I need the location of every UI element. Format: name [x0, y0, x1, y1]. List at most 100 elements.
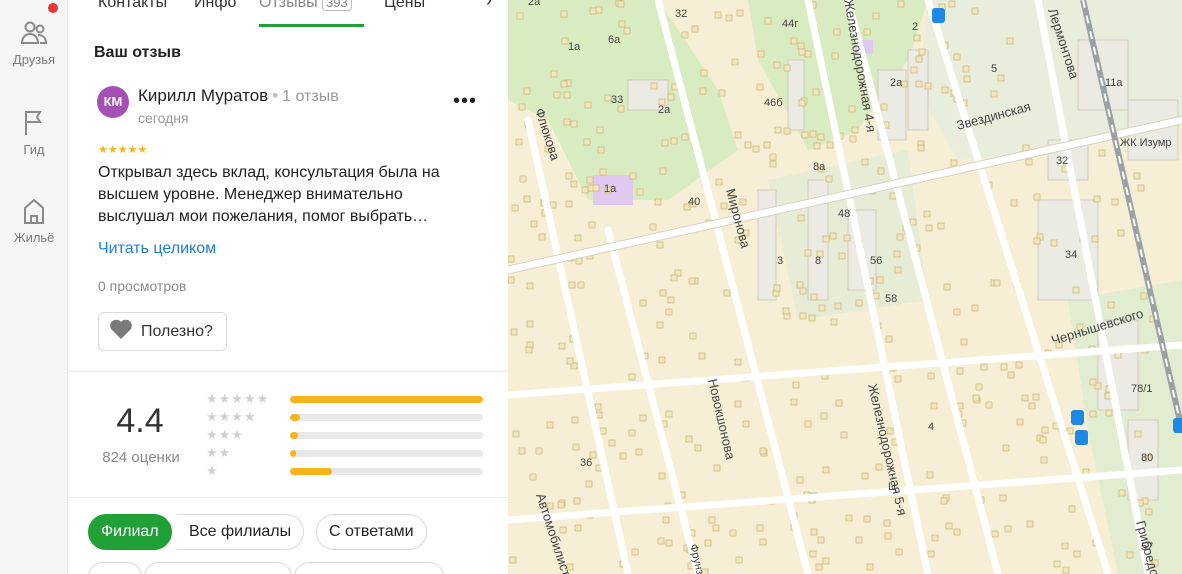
map-house — [1117, 229, 1125, 237]
map-house — [670, 137, 678, 145]
map-house — [798, 99, 806, 107]
sort-chip[interactable] — [144, 562, 292, 574]
map-house — [810, 528, 818, 536]
map-house — [883, 519, 891, 527]
map-house — [897, 0, 905, 8]
tab-prices[interactable]: Цены — [384, 0, 425, 12]
rail-item-housing[interactable]: Жильё — [0, 196, 68, 245]
chevron-right-icon[interactable]: › — [486, 0, 492, 11]
map-house — [937, 222, 945, 230]
map-house — [658, 472, 666, 480]
histogram-bar-fill — [290, 450, 296, 457]
map-house — [1126, 551, 1134, 559]
rail-item-friends[interactable]: Друзья — [0, 18, 68, 67]
tab-reviews[interactable]: Отзывы 393 — [259, 0, 352, 12]
map-house — [731, 58, 739, 66]
map-house — [990, 90, 998, 98]
map-house — [518, 103, 526, 111]
map-house — [628, 373, 636, 381]
map-house — [557, 501, 565, 509]
review-author: Кирилл Муратов • 1 отзыв — [138, 86, 339, 105]
read-more-link[interactable]: Читать целиком — [98, 240, 216, 258]
svg-text:80: 80 — [1141, 452, 1153, 464]
map-house — [885, 335, 893, 343]
map-house — [560, 10, 568, 18]
map-house — [764, 17, 772, 25]
svg-text:8: 8 — [815, 255, 821, 267]
map-house — [1089, 410, 1097, 418]
sort-chip-active[interactable] — [88, 562, 142, 574]
map-house — [708, 516, 716, 524]
map-house — [667, 296, 675, 304]
svg-text:3: 3 — [777, 255, 783, 267]
avatar[interactable]: КМ — [97, 86, 129, 118]
map-house — [599, 427, 607, 435]
app: { "rail": { "items": [ {"label": "Друзья… — [0, 0, 1182, 574]
map-house — [572, 443, 580, 451]
map-house — [960, 338, 968, 346]
map-house — [925, 224, 933, 232]
svg-text:1а: 1а — [604, 183, 617, 195]
map-house — [877, 167, 885, 175]
filter-branch[interactable]: Филиал — [88, 514, 172, 550]
map-house — [757, 50, 765, 58]
map-house — [773, 61, 781, 69]
home-icon — [19, 196, 49, 226]
map-house — [972, 394, 980, 402]
map-house — [956, 367, 964, 375]
map-house — [573, 497, 581, 505]
svg-text:6а: 6а — [608, 34, 621, 46]
map-house — [799, 312, 807, 320]
map-house — [649, 223, 657, 231]
street-label: Новокшонова — [705, 377, 738, 461]
map-house — [568, 281, 576, 289]
map-house — [553, 91, 561, 99]
map-house — [941, 86, 949, 94]
map-house — [720, 202, 728, 210]
map-house — [584, 101, 592, 109]
svg-text:2а: 2а — [658, 104, 671, 116]
map-house — [734, 358, 742, 366]
map-house — [991, 530, 999, 538]
map-house — [577, 281, 585, 289]
more-options-icon[interactable]: ••• — [453, 90, 477, 113]
review-date: сегодня — [138, 110, 189, 126]
map-house — [538, 233, 546, 241]
map-house — [623, 27, 631, 35]
filter-all-branches[interactable]: Все филиалы — [177, 514, 305, 550]
rail-item-guide[interactable]: Гид — [0, 108, 68, 157]
histogram-bar — [290, 396, 483, 403]
map-house — [783, 127, 791, 135]
map-house — [1010, 199, 1018, 207]
map-house — [700, 69, 708, 77]
sort-chip[interactable] — [294, 562, 444, 574]
map-house — [875, 463, 883, 471]
tab-info[interactable]: Инфо — [194, 0, 236, 12]
useful-button[interactable]: Полезно? — [98, 312, 227, 351]
map-house — [635, 448, 643, 456]
map-house — [704, 539, 712, 547]
histogram-bar-fill — [290, 468, 333, 475]
map-house — [927, 550, 935, 558]
author-name[interactable]: Кирилл Муратов — [138, 86, 268, 105]
map-house — [817, 133, 825, 141]
filter-with-answers[interactable]: С ответами — [316, 514, 427, 550]
map-house — [798, 48, 806, 56]
map-house — [872, 12, 880, 20]
map-house — [910, 66, 918, 74]
tab-contacts[interactable]: Контакты — [98, 0, 167, 12]
map-house — [565, 172, 573, 180]
map[interactable]: Флюкова Миронова Новокшонова Железнодоро… — [508, 0, 1182, 574]
map-house — [817, 536, 825, 544]
map-canvas[interactable]: Флюкова Миронова Новокшонова Железнодоро… — [508, 0, 1182, 574]
map-house — [861, 158, 869, 166]
map-house — [1016, 418, 1024, 426]
map-house — [685, 435, 693, 443]
map-house — [953, 53, 961, 61]
map-house — [810, 293, 818, 301]
map-house — [924, 82, 932, 90]
map-house — [834, 302, 842, 310]
map-house — [831, 52, 839, 60]
map-house — [661, 139, 669, 147]
map-house — [563, 91, 571, 99]
